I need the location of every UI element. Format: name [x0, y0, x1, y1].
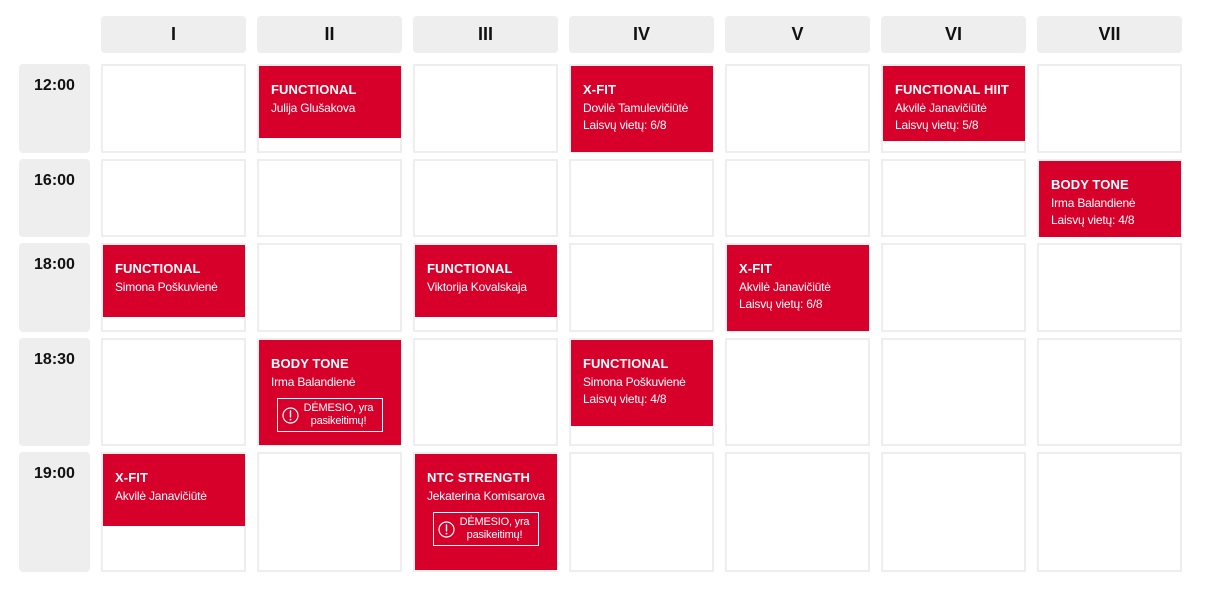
event-title: NTC STRENGTH: [427, 470, 531, 485]
schedule-cell: [569, 159, 714, 237]
day-header: I: [101, 16, 246, 53]
schedule-cell: [881, 243, 1026, 332]
class-event[interactable]: FUNCTIONAL Simona Poškuvienė Laisvų vietų:…: [571, 340, 713, 426]
schedule-cell: [257, 159, 402, 237]
day-header: VI: [881, 16, 1026, 53]
event-trainer: Jekaterina Komisarova: [427, 489, 545, 503]
schedule-cell: [881, 159, 1026, 237]
event-title: FUNCTIONAL: [583, 356, 669, 371]
class-event[interactable]: FUNCTIONAL HIIT Akvilė Janavičiūtė Laisvų …: [883, 66, 1025, 141]
schedule-cell: [725, 64, 870, 153]
event-trainer: Simona Poškuvienė: [583, 375, 686, 389]
schedule-cell: [1037, 452, 1182, 572]
schedule-cell: [101, 159, 246, 237]
event-trainer: Simona Poškuvienė: [115, 280, 218, 294]
day-header: V: [725, 16, 870, 53]
schedule-cell: [257, 452, 402, 572]
class-event[interactable]: FUNCTIONAL Julija Glušakova: [259, 66, 401, 138]
event-trainer: Akvilė Janavičiūtė: [115, 489, 207, 503]
event-title: FUNCTIONAL: [427, 261, 513, 276]
schedule-cell: [1037, 64, 1182, 153]
change-notice: DĖMESIO, yra pasikeitimų!: [277, 398, 383, 432]
schedule-cell: [413, 64, 558, 153]
event-title: X-FIT: [739, 261, 772, 276]
time-label: 18:30: [19, 338, 90, 446]
schedule-cell: [1037, 338, 1182, 446]
day-header: IV: [569, 16, 714, 53]
class-event[interactable]: NTC STRENGTH Jekaterina Komisarova DĖMESIO…: [415, 454, 557, 570]
event-free-spots: Laisvų vietų: 4/8: [583, 392, 667, 406]
warning-icon: [438, 520, 455, 538]
event-trainer: Akvilė Janavičiūtė: [739, 280, 831, 294]
schedule-cell: [413, 159, 558, 237]
class-event[interactable]: X-FIT Akvilė Janavičiūtė Laisvų vietų: 6/8: [727, 245, 869, 331]
class-event[interactable]: FUNCTIONAL Simona Poškuvienė: [103, 245, 245, 317]
day-header: VII: [1037, 16, 1182, 53]
event-title: X-FIT: [583, 82, 616, 97]
schedule-cell: [881, 338, 1026, 446]
change-notice-text: DĖMESIO, yra pasikeitimų!: [459, 516, 530, 541]
event-trainer: Dovilė Tamulevičiūtė: [583, 101, 689, 115]
change-notice: DĖMESIO, yra pasikeitimų!: [433, 512, 539, 546]
schedule-cell: [569, 243, 714, 332]
schedule-cell: [101, 64, 246, 153]
event-trainer: Julija Glušakova: [271, 101, 356, 115]
class-event[interactable]: X-FIT Dovilė Tamulevičiūtė Laisvų vietų: 6…: [571, 66, 713, 152]
event-free-spots: Laisvų vietų: 5/8: [895, 118, 979, 132]
schedule-cell: [725, 159, 870, 237]
schedule-cell: [881, 452, 1026, 572]
event-free-spots: Laisvų vietų: 6/8: [583, 118, 667, 132]
time-label: 12:00: [19, 64, 90, 153]
event-title: FUNCTIONAL: [271, 82, 357, 97]
class-event[interactable]: BODY TONE Irma Balandienė DĖMESIO, yra pas…: [259, 340, 401, 445]
event-title: X-FIT: [115, 470, 148, 485]
event-title: FUNCTIONAL: [115, 261, 201, 276]
event-title: FUNCTIONAL HIIT: [895, 82, 1009, 97]
schedule-cell: [413, 338, 558, 446]
schedule-cell: [569, 452, 714, 572]
class-event[interactable]: X-FIT Akvilė Janavičiūtė: [103, 454, 245, 526]
event-trainer: Viktorija Kovalskaja: [427, 280, 527, 294]
day-header: III: [413, 16, 558, 53]
class-event[interactable]: BODY TONE Irma Balandienė Laisvų vietų: 4/…: [1039, 161, 1181, 237]
schedule-cell: [101, 338, 246, 446]
time-label: 19:00: [19, 452, 90, 572]
class-event[interactable]: FUNCTIONAL Viktorija Kovalskaja: [415, 245, 557, 317]
event-title: BODY TONE: [1051, 177, 1129, 192]
time-label: 18:00: [19, 243, 90, 332]
day-header: II: [257, 16, 402, 53]
schedule-cell: [725, 338, 870, 446]
event-trainer: Akvilė Janavičiūtė: [895, 101, 987, 115]
schedule-cell: [1037, 243, 1182, 332]
event-trainer: Irma Balandienė: [1051, 196, 1136, 210]
event-free-spots: Laisvų vietų: 6/8: [739, 297, 823, 311]
event-title: BODY TONE: [271, 356, 349, 371]
schedule-cell: [257, 243, 402, 332]
warning-icon: [282, 406, 299, 424]
schedule-cell: [725, 452, 870, 572]
time-label: 16:00: [19, 159, 90, 237]
event-free-spots: Laisvų vietų: 4/8: [1051, 213, 1135, 227]
event-trainer: Irma Balandienė: [271, 375, 356, 389]
change-notice-text: DĖMESIO, yra pasikeitimų!: [303, 402, 374, 427]
